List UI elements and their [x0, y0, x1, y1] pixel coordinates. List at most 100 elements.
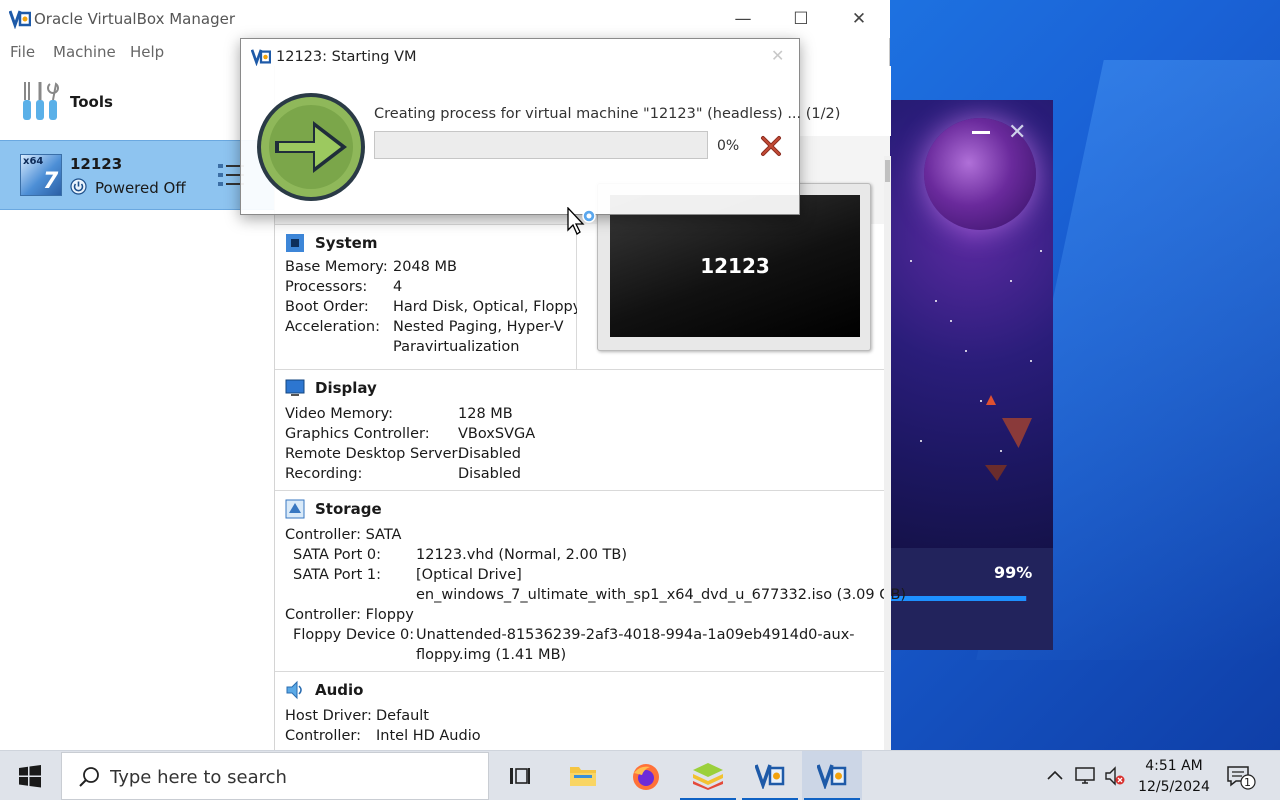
scrollbar-thumb[interactable]: [885, 160, 890, 182]
storage-row-label: Controller: Floppy: [285, 607, 414, 623]
dialog-title: 12123: Starting VM: [276, 49, 417, 65]
audio-row-value: Default: [376, 708, 429, 724]
system-row-value: 4: [393, 279, 403, 295]
display-row-label: Graphics Controller:: [285, 426, 430, 442]
taskbar-search[interactable]: [61, 752, 489, 800]
display-row-label: Remote Desktop Server:: [285, 446, 463, 462]
system-row-label: Base Memory:: [285, 259, 388, 275]
task-view-icon: [510, 768, 530, 784]
widget-progress-label: 99%: [994, 563, 1033, 582]
title-bar[interactable]: Oracle VirtualBox Manager — ☐ ✕: [0, 0, 890, 38]
storage-row-label: SATA Port 1:: [293, 567, 381, 583]
tools-label: Tools: [70, 93, 113, 111]
widget-minimize-button[interactable]: [972, 131, 990, 134]
os-version-badge: 7: [43, 169, 59, 194]
vm-state: Powered Off: [95, 179, 186, 197]
virtualbox-logo-icon: [251, 49, 271, 66]
display-row-label: Recording:: [285, 466, 363, 482]
vm-list-item[interactable]: x64 7 12123 Powered Off: [0, 140, 274, 210]
system-row-label: Processors:: [285, 279, 368, 295]
volume-muted-icon[interactable]: [1104, 765, 1126, 787]
firefox-button[interactable]: [616, 751, 676, 800]
machine-list-pane: Tools x64 7 12123 Powered Off: [0, 66, 274, 750]
bluestacks-icon: [693, 763, 723, 790]
game-installer-widget: ✕ 99%: [890, 100, 1053, 650]
tools-item[interactable]: Tools: [0, 76, 274, 126]
virtualbox-manager-button[interactable]: [802, 751, 862, 800]
system-row-value: Paravirtualization: [393, 339, 520, 355]
chip-icon: [286, 234, 304, 252]
storage-row-value: floppy.img (1.41 MB): [416, 647, 567, 663]
taskbar: 4:51 AM 12/5/2024 1: [0, 750, 1280, 800]
system-row-value: Hard Disk, Optical, Floppy: [393, 299, 582, 315]
audio-row-label: Host Driver:: [285, 708, 372, 724]
dialog-description: Creating process for virtual machine "12…: [374, 106, 841, 122]
window-title: Oracle VirtualBox Manager: [34, 10, 235, 28]
display-row-value: 128 MB: [458, 406, 513, 422]
tools-icon: [23, 82, 59, 120]
system-title: System: [315, 234, 378, 252]
display-row-value: Disabled: [458, 466, 521, 482]
display-title: Display: [315, 379, 377, 397]
storage-title: Storage: [315, 500, 382, 518]
notification-center-icon[interactable]: [1226, 764, 1256, 790]
file-explorer-button[interactable]: [553, 751, 613, 800]
windows-start-icon[interactable]: [0, 751, 60, 800]
minimize-button[interactable]: —: [720, 4, 766, 34]
dialog-progress-bar: [374, 131, 708, 159]
vm-name: 12123: [70, 155, 123, 173]
widget-close-button[interactable]: ✕: [1008, 122, 1026, 144]
close-button[interactable]: ✕: [836, 4, 882, 34]
system-row-label: Boot Order:: [285, 299, 369, 315]
windows-7-os-icon: x64 7: [20, 154, 62, 196]
dialog-close-button[interactable]: ✕: [771, 46, 784, 65]
widget-progress-fill: [890, 596, 1026, 601]
display-row-value: Disabled: [458, 446, 521, 462]
firefox-icon: [633, 764, 659, 790]
storage-section: Storage Controller: SATA SATA Port 0: 12…: [275, 490, 906, 671]
dialog-progress-label: 0%: [717, 138, 740, 154]
clock-time: 4:51 AM: [1145, 758, 1203, 774]
speaker-icon: [286, 680, 302, 700]
storage-row-label: Floppy Device 0:: [293, 627, 415, 643]
maximize-button[interactable]: ☐: [778, 4, 824, 34]
floating-rock: [985, 465, 1007, 481]
system-row-label: Acceleration:: [285, 319, 380, 335]
system-row-value: 2048 MB: [393, 259, 457, 275]
search-input[interactable]: [110, 765, 470, 789]
menu-help[interactable]: Help: [130, 43, 164, 61]
storage-row-value: Unattended-81536239-2af3-4018-994a-1a09e…: [416, 627, 855, 643]
system-clock[interactable]: 4:51 AM 12/5/2024: [1130, 756, 1218, 798]
network-icon[interactable]: [1074, 765, 1096, 787]
search-icon: [79, 767, 99, 787]
display-row-value: VBoxSVGA: [458, 426, 536, 442]
storage-icon: [285, 499, 305, 519]
starting-vm-dialog: 12123: Starting VM ✕ Creating process fo…: [240, 38, 840, 215]
menu-file[interactable]: File: [10, 43, 35, 61]
audio-title: Audio: [315, 681, 364, 699]
busy-cursor-icon: [567, 207, 596, 235]
system-row-value: Nested Paging, Hyper-V: [393, 319, 564, 335]
vm-preview-screen: 12123: [610, 195, 860, 337]
storage-row-value: 12123.vhd (Normal, 2.00 TB): [416, 547, 628, 563]
floating-rock: [986, 395, 996, 405]
menu-machine[interactable]: Machine: [53, 43, 116, 61]
storage-row-label: Controller: SATA: [285, 527, 402, 543]
system-section: System Base Memory: 2048 MB Processors: …: [275, 224, 581, 369]
cancel-icon[interactable]: [759, 134, 783, 158]
notification-count: 1: [1244, 776, 1251, 789]
power-off-icon: [70, 178, 87, 195]
display-row-label: Video Memory:: [285, 406, 394, 422]
floating-rock: [1002, 418, 1032, 448]
show-hidden-icons-chevron-up-icon[interactable]: [1044, 765, 1066, 787]
bluestacks-button[interactable]: [678, 751, 738, 800]
storage-row-value: [Optical Drive]: [416, 567, 522, 583]
monitor-icon: [285, 379, 305, 396]
virtualbox-logo-icon: [9, 10, 31, 29]
display-section: Display Video Memory: 128 MB Graphics Co…: [275, 369, 884, 490]
virtualbox-button[interactable]: [740, 751, 800, 800]
widget-progress-bar: [890, 596, 1027, 601]
folder-icon: [570, 767, 596, 786]
task-view-button[interactable]: [490, 751, 550, 800]
details-scrollbar[interactable]: [884, 156, 891, 750]
